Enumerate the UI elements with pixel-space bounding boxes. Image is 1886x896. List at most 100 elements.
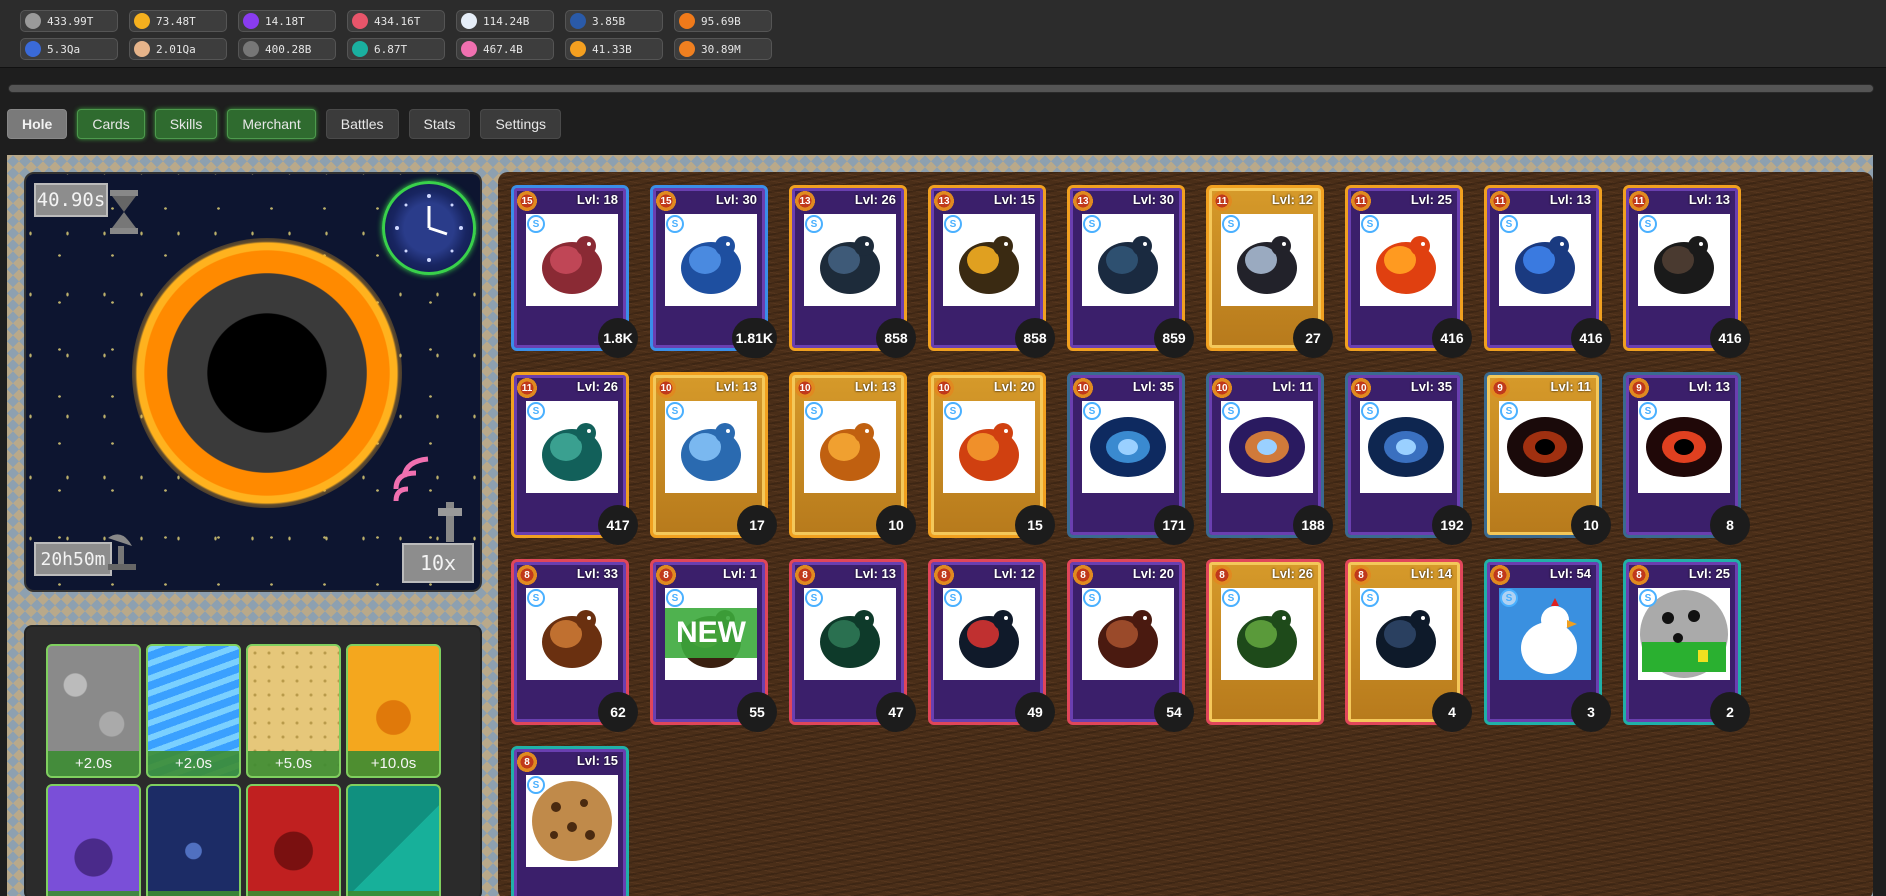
card-level: Lvl: 54	[1549, 566, 1591, 581]
skill-badge-icon: S	[1083, 402, 1101, 420]
main-tabs: Hole Cards Skills Merchant Battles Stats Setti…	[7, 109, 562, 139]
main-area: 40.90s 20h50m 10x +2.0s +2.0s +5.0s +10.…	[7, 155, 1873, 896]
resource-item: 6.87T	[347, 38, 445, 60]
tier-badge: 8	[1073, 565, 1093, 585]
tab-merchant[interactable]: Merchant	[227, 109, 316, 139]
resource-item: 3.85B	[565, 10, 663, 32]
skill-badge-icon: S	[1222, 215, 1240, 233]
upgrade-card-water[interactable]: +2.0s	[146, 644, 241, 778]
creature-card[interactable]: 9 Lvl: 11 S 10	[1484, 372, 1611, 545]
creature-card[interactable]: 8 Lvl: 14 S 4	[1345, 559, 1472, 732]
tier-badge: 10	[1351, 378, 1371, 398]
tier-badge: 11	[1629, 191, 1649, 211]
creature-card[interactable]: 8 Lvl: 13 S 47	[789, 559, 916, 732]
upgrade-card-urn[interactable]	[46, 784, 141, 896]
resource-value: 6.87T	[374, 42, 408, 56]
speed-multiplier[interactable]: 10x	[402, 543, 474, 583]
creature-card[interactable]: 11 Lvl: 26 S 417	[511, 372, 638, 545]
creature-card[interactable]: 10 Lvl: 13 S 10	[789, 372, 916, 545]
new-card-label: NEW	[665, 608, 757, 658]
skill-badge-icon: S	[527, 589, 545, 607]
hole-panel[interactable]: 40.90s 20h50m 10x	[24, 172, 482, 592]
creature-card[interactable]: 11 Lvl: 12 S 27	[1206, 185, 1333, 358]
creature-card[interactable]: 8 Lvl: 54 S 3	[1484, 559, 1611, 732]
creature-card[interactable]: 9 Lvl: 13 S 8	[1623, 372, 1750, 545]
resource-row-2: 5.3Qa 2.01Qa 400.28B 6.87T 467.4B 41.33B 30.89…	[20, 38, 772, 60]
upgrade-bonus-label	[348, 891, 439, 896]
tier-badge: 13	[1073, 191, 1093, 211]
tier-badge: 8	[517, 752, 537, 772]
tier-badge: 15	[656, 191, 676, 211]
tab-settings[interactable]: Settings	[480, 109, 562, 139]
upgrade-card-feather[interactable]: +10.0s	[346, 644, 441, 778]
card-level: Lvl: 25	[1410, 192, 1452, 207]
card-count: 416	[1571, 318, 1611, 358]
creature-card[interactable]: 8 Lvl: 12 S 49	[928, 559, 1055, 732]
orange-feather-icon	[679, 13, 695, 29]
card-count: 17	[737, 505, 777, 545]
global-progress-fill	[9, 85, 1873, 92]
creature-card[interactable]: 8 Lvl: 20 S 54	[1067, 559, 1194, 732]
hourglass-icon	[110, 190, 138, 234]
resource-item: 5.3Qa	[20, 38, 118, 60]
upgrade-card-stone[interactable]: +2.0s	[46, 644, 141, 778]
creature-card[interactable]: 8 Lvl: 25 S 2	[1623, 559, 1750, 732]
card-count: 54	[1154, 692, 1194, 732]
creature-card[interactable]: 10 Lvl: 35 S 171	[1067, 372, 1194, 545]
tier-badge: 10	[656, 378, 676, 398]
creature-card[interactable]: 15 Lvl: 18 S 1.8K	[511, 185, 638, 358]
creature-card[interactable]: 13 Lvl: 15 S 858	[928, 185, 1055, 358]
creature-card[interactable]: 11 Lvl: 13 S 416	[1623, 185, 1750, 358]
creature-card[interactable]: 11 Lvl: 25 S 416	[1345, 185, 1472, 358]
creature-card[interactable]: 15 Lvl: 30 S 1.81K	[650, 185, 777, 358]
card-count: 3	[1571, 692, 1611, 732]
upgrade-card-honeycomb[interactable]: +5.0s	[246, 644, 341, 778]
resource-item: 433.99T	[20, 10, 118, 32]
egg-icon	[134, 41, 150, 57]
tier-badge: 8	[1212, 565, 1232, 585]
upgrade-card-dragon[interactable]	[246, 784, 341, 896]
creature-card[interactable]: 8 Lvl: 15 S	[511, 746, 629, 896]
tab-stats[interactable]: Stats	[408, 109, 471, 139]
skill-badge-icon: S	[527, 215, 545, 233]
tier-badge: 11	[517, 378, 537, 398]
gold-star-icon	[134, 13, 150, 29]
creature-card[interactable]: 10 Lvl: 13 S 17	[650, 372, 777, 545]
creature-card[interactable]: 10 Lvl: 11 S 188	[1206, 372, 1333, 545]
card-level: Lvl: 25	[1688, 566, 1730, 581]
tab-cards[interactable]: Cards	[77, 109, 145, 139]
upgrade-bonus-label: +5.0s	[248, 751, 339, 776]
card-level: Lvl: 13	[1688, 379, 1730, 394]
skill-badge-icon: S	[1500, 589, 1518, 607]
creature-card[interactable]: 8 Lvl: 1 S NEW 55	[650, 559, 777, 732]
creature-card[interactable]: 10 Lvl: 20 S 15	[928, 372, 1055, 545]
skill-badge-icon: S	[1222, 402, 1240, 420]
tier-badge: 13	[934, 191, 954, 211]
skill-badge-icon: S	[666, 215, 684, 233]
creature-card[interactable]: 13 Lvl: 30 S 859	[1067, 185, 1194, 358]
creature-card[interactable]: 8 Lvl: 33 S 62	[511, 559, 638, 732]
creature-card[interactable]: 8 Lvl: 26 S	[1206, 559, 1324, 725]
tier-badge: 8	[1490, 565, 1510, 585]
white-orb-icon	[461, 13, 477, 29]
resource-item: 73.48T	[129, 10, 227, 32]
resource-value: 433.99T	[47, 14, 94, 28]
card-level: Lvl: 13	[1549, 192, 1591, 207]
skill-badge-icon: S	[805, 589, 823, 607]
creature-card[interactable]: 10 Lvl: 35 S 192	[1345, 372, 1472, 545]
upgrade-card-growth[interactable]	[346, 784, 441, 896]
black-hole[interactable]	[132, 238, 402, 508]
lightning-icon	[679, 41, 695, 57]
cosmic-clock-icon[interactable]	[382, 181, 476, 275]
tier-badge: 8	[934, 565, 954, 585]
tab-hole[interactable]: Hole	[7, 109, 68, 139]
antenna-icon	[438, 502, 462, 542]
tab-battles[interactable]: Battles	[325, 109, 399, 139]
upgrade-card-star[interactable]	[146, 784, 241, 896]
tab-skills[interactable]: Skills	[154, 109, 218, 139]
creature-card[interactable]: 13 Lvl: 26 S 858	[789, 185, 916, 358]
skill-badge-icon: S	[1639, 402, 1657, 420]
skill-badge-icon: S	[1083, 589, 1101, 607]
card-count: 27	[1293, 318, 1333, 358]
creature-card[interactable]: 11 Lvl: 13 S 416	[1484, 185, 1611, 358]
